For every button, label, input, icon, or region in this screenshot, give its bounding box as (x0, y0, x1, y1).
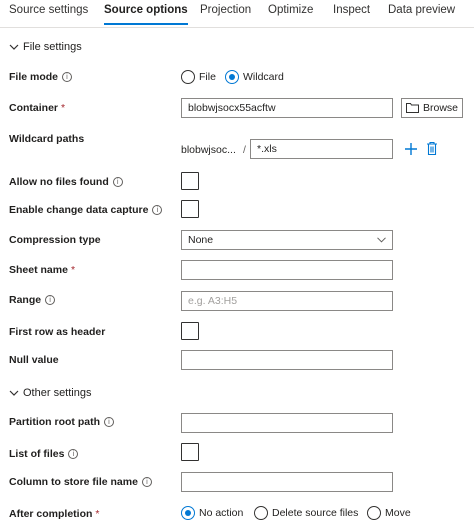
wildcard-paths-label: Wildcard paths (9, 133, 85, 145)
radio-icon (367, 506, 381, 520)
chevron-down-icon (9, 44, 19, 50)
after-completion-no-action-radio[interactable]: No action (181, 506, 243, 520)
column-file-name-label: Column to store file name i (9, 476, 152, 488)
chevron-down-icon (9, 390, 19, 396)
radio-icon (181, 70, 195, 84)
partition-root-path-input[interactable] (181, 413, 393, 433)
file-mode-file-radio[interactable]: File (181, 70, 216, 84)
info-icon[interactable]: i (141, 477, 152, 487)
container-label: Container * (9, 102, 66, 114)
tab-optimize[interactable]: Optimize (268, 4, 313, 16)
sheet-name-input[interactable] (181, 260, 393, 280)
after-completion-delete-radio[interactable]: Delete source files (254, 506, 358, 520)
allow-no-files-checkbox[interactable] (181, 172, 199, 190)
info-icon[interactable]: i (112, 177, 123, 187)
compression-type-label: Compression type (9, 234, 101, 246)
add-icon[interactable] (404, 142, 418, 156)
info-icon[interactable]: i (152, 205, 163, 215)
file-mode-wildcard-radio[interactable]: Wildcard (225, 70, 284, 84)
radio-selected-icon (181, 506, 195, 520)
tab-bar: Source settings Source options Projectio… (0, 0, 474, 28)
other-settings-title: Other settings (23, 387, 92, 399)
range-label: Range i (9, 294, 56, 306)
first-row-header-checkbox[interactable] (181, 322, 199, 340)
after-completion-label: After completion * (9, 508, 100, 520)
change-data-capture-label: Enable change data capture i (9, 204, 163, 216)
path-separator: / (243, 144, 246, 156)
file-mode-label: File mode i (9, 71, 73, 83)
tab-data-preview[interactable]: Data preview (388, 4, 455, 16)
compression-type-value: None (188, 234, 214, 246)
wildcard-path-input[interactable]: *.xls (250, 139, 393, 159)
tab-source-options[interactable]: Source options (104, 4, 188, 25)
sheet-name-label: Sheet name * (9, 264, 76, 276)
partition-root-path-label: Partition root path i (9, 416, 114, 428)
tab-source-settings[interactable]: Source settings (9, 4, 88, 16)
after-completion-move-radio[interactable]: Move (367, 506, 411, 520)
file-settings-header[interactable]: File settings (9, 41, 82, 53)
info-icon[interactable]: i (62, 72, 73, 82)
change-data-capture-checkbox[interactable] (181, 200, 199, 218)
folder-icon (406, 103, 419, 113)
chevron-down-icon (377, 237, 386, 243)
first-row-header-label: First row as header (9, 326, 106, 338)
info-icon[interactable]: i (45, 295, 56, 305)
info-icon[interactable]: i (104, 417, 114, 427)
list-of-files-checkbox[interactable] (181, 443, 199, 461)
radio-icon (254, 506, 268, 520)
radio-selected-icon (225, 70, 239, 84)
compression-type-dropdown[interactable]: None (181, 230, 393, 250)
allow-no-files-label: Allow no files found i (9, 176, 123, 188)
null-value-input[interactable] (181, 350, 393, 370)
null-value-label: Null value (9, 354, 59, 366)
list-of-files-label: List of files i (9, 448, 79, 460)
wildcard-path-prefix: blobwjsoc... (181, 144, 236, 156)
browse-button[interactable]: Browse (401, 98, 463, 118)
file-settings-title: File settings (23, 41, 82, 53)
column-file-name-input[interactable] (181, 472, 393, 492)
container-input[interactable]: blobwjsocx55acftw (181, 98, 393, 118)
info-icon[interactable]: i (68, 449, 79, 459)
delete-icon[interactable] (426, 141, 438, 156)
tab-projection[interactable]: Projection (200, 4, 251, 16)
range-input[interactable]: e.g. A3:H5 (181, 291, 393, 311)
tab-inspect[interactable]: Inspect (333, 4, 370, 16)
other-settings-header[interactable]: Other settings (9, 387, 91, 399)
